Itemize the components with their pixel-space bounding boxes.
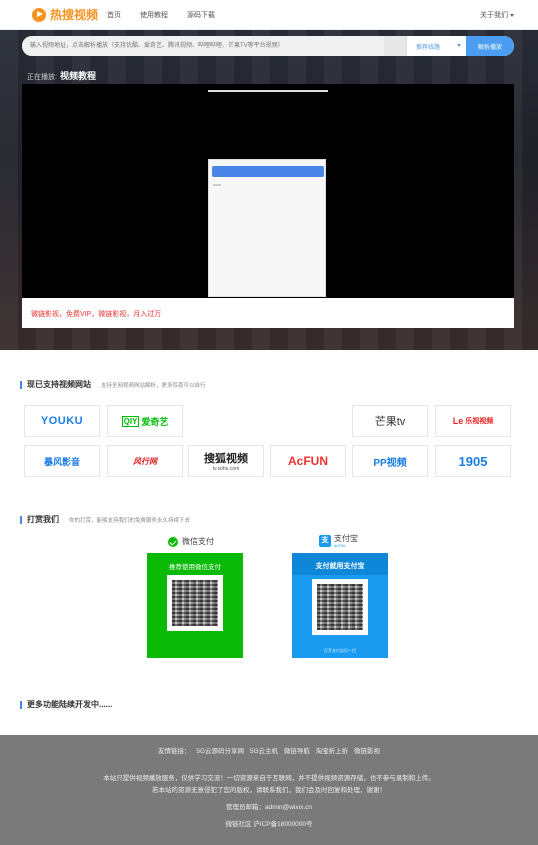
popup-header-bar (212, 166, 324, 177)
nav-item-home[interactable]: 首页 (107, 10, 121, 20)
main-nav: 首页 使用教程 源码下载 (107, 10, 234, 20)
alipay-label-text: 支付宝 (334, 534, 358, 543)
parse-play-button[interactable]: 解析播放 (466, 36, 514, 56)
top-navbar: 热搜视频 首页 使用教程 源码下载 关于我们 (0, 0, 538, 30)
now-playing-label: 正在播放: (27, 74, 57, 81)
site-card-1905[interactable]: 1905 (435, 445, 511, 477)
pptv-logo-text: PP视频 (373, 457, 407, 469)
friend-link[interactable]: 微链导航 (284, 748, 310, 755)
now-playing: 正在播放: 视频教程 (27, 69, 96, 82)
funshion-logo-text: 风行网 (133, 456, 157, 466)
alipay-label-group: 支付宝 ALIPAY (334, 533, 358, 548)
site-logo-text: 热搜视频 (50, 8, 99, 22)
alipay-card: 支付就用支付宝 打开支付宝扫一扫 (292, 553, 388, 658)
friend-links-label: 友情链接： (158, 748, 191, 755)
supported-sites-subtitle: 支持全网视频网站解析，更多惊喜可以自行 (101, 383, 206, 389)
parse-search-bar: 推荐线路 解析播放 (22, 36, 514, 56)
baofeng-logo-text: 暴风影音 (43, 456, 80, 467)
wechat-check-icon (168, 536, 178, 547)
route-select[interactable]: 推荐线路 (406, 36, 466, 56)
disclaimer-line-2: 若本站的资源无意侵犯了您的版权，请联系我们，我们会及时回复和处理，谢谢！ (152, 787, 386, 794)
site-card-acfun[interactable]: AcFUN (270, 445, 346, 477)
heading-accent-bar (20, 700, 22, 709)
iqiyi-logo-text: 爱奇艺 (141, 416, 169, 427)
site-footer: 友情链接： 5G云源码分享网 5G云主机 微链导航 淘宝折上折 微链影视 本站只… (0, 735, 538, 845)
site-logo[interactable]: 热搜视频 (32, 6, 98, 23)
wechat-pay-heading: 推荐使用微信支付 (169, 564, 221, 571)
play-logo-icon (32, 7, 46, 22)
friend-link[interactable]: 5G云主机 (250, 748, 278, 755)
player-popup (208, 159, 326, 297)
heading-accent-bar (20, 380, 22, 389)
letv-logo-icon: Le (452, 416, 464, 426)
alipay-heading: 支付就用支付宝 (292, 553, 388, 575)
wechat-pay-label: 微信支付 (168, 536, 214, 547)
iqiyi-logo-icon: QIY (121, 415, 140, 427)
route-select-value: 推荐线路 (416, 45, 441, 51)
wechat-pay-card: 推荐使用微信支付 (147, 553, 243, 658)
site-card-mango[interactable]: 芒果tv (352, 405, 428, 437)
letv-logo-text: 乐视视频 (465, 418, 494, 425)
wechat-pay-label-text: 微信支付 (182, 537, 214, 546)
friend-link[interactable]: 淘宝折上折 (316, 748, 349, 755)
video-player[interactable] (22, 84, 514, 298)
alipay-logo-icon: 支 (319, 534, 331, 547)
nav-item-source-download[interactable]: 源码下载 (187, 10, 215, 20)
site-card-iqiyi[interactable]: QIY 爱奇艺 (107, 405, 183, 437)
supported-sites-title: 现已支持视频网站 (27, 380, 91, 389)
donate-title: 打赏我们 (27, 515, 59, 524)
now-playing-title: 视频教程 (59, 71, 96, 81)
notice-banner: 微链影视，免费VIP，微链影视，月入过万 (22, 298, 514, 328)
more-features-heading: 更多功能陆续开发中...... (20, 699, 112, 710)
more-features-title: 更多功能陆续开发中...... (27, 700, 113, 709)
qr-pattern (317, 584, 363, 630)
alipay-qr-code (312, 579, 368, 635)
popup-text-line (213, 184, 221, 186)
heading-accent-bar (20, 515, 22, 524)
site-card-sohu[interactable]: 搜狐视频 tv.sohu.com (188, 445, 264, 477)
nav-item-tutorial[interactable]: 使用教程 (140, 10, 168, 20)
about-dropdown[interactable]: 关于我们 (480, 10, 514, 20)
about-label: 关于我们 (480, 12, 508, 19)
friend-links: 友情链接： 5G云源码分享网 5G云主机 微链导航 淘宝折上折 微链影视 (0, 745, 538, 755)
mango-logo-text: 芒果tv (374, 416, 406, 428)
youku-logo-text: YOUKU (40, 415, 84, 427)
friend-link[interactable]: 微链影视 (354, 748, 380, 755)
chevron-down-icon (457, 44, 461, 47)
site-card-letv[interactable]: Le 乐视视频 (435, 405, 511, 437)
sohu-logo-text: 搜狐视频 (204, 453, 248, 465)
alipay-sub-text: ALIPAY (334, 544, 346, 548)
donate-subtitle: 你的打赏，能够支持我们的免费服务永久持续下去 (69, 518, 191, 524)
donate-heading: 打赏我们 你的打赏，能够支持我们的免费服务永久持续下去 (20, 514, 190, 525)
sohu-domain-text: tv.sohu.com (212, 466, 240, 472)
chevron-down-icon (510, 13, 514, 17)
disclaimer-line-1: 本站只提供视频播放服务，仅供学习交流！一切资源来自于互联网，并不提供视频资源存储… (103, 775, 435, 782)
player-progress-line (208, 90, 328, 92)
admin-email: 管理员邮箱：admin@wlxix.cn (225, 804, 313, 811)
icp-record: 微链社区 沪ICP备18000000号 (225, 821, 313, 828)
qr-pattern (172, 580, 218, 626)
supported-sites-heading: 现已支持视频网站 支持全网视频网站解析，更多惊喜可以自行 (20, 379, 206, 390)
video-url-input[interactable] (22, 36, 384, 56)
m1905-logo-text: 1905 (458, 453, 488, 469)
site-card-funshion[interactable]: 风行网 (107, 445, 183, 477)
wechat-qr-code (167, 575, 223, 631)
alipay-label: 支 支付宝 ALIPAY (319, 533, 358, 548)
acfun-logo-text: AcFUN (287, 454, 328, 468)
site-card-pptv[interactable]: PP视频 (352, 445, 428, 477)
friend-link[interactable]: 5G云源码分享网 (196, 748, 244, 755)
alipay-foot-text: 打开支付宝扫一扫 (324, 648, 356, 653)
site-card-youku[interactable]: YOUKU (24, 405, 100, 437)
site-card-baofeng[interactable]: 暴风影音 (24, 445, 100, 477)
